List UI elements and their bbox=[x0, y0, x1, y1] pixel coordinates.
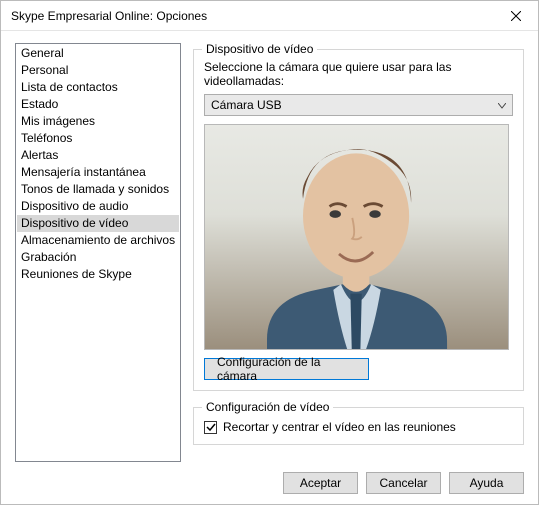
crop-center-row[interactable]: Recortar y centrar el vídeo en las reuni… bbox=[204, 418, 513, 434]
camera-preview bbox=[204, 124, 509, 350]
sidebar-item[interactable]: Estado bbox=[17, 96, 179, 113]
video-settings-group-title: Configuración de vídeo bbox=[202, 400, 333, 414]
video-settings-group: Configuración de vídeo Recortar y centra… bbox=[193, 407, 524, 445]
camera-instruction: Seleccione la cámara que quiere usar par… bbox=[204, 60, 513, 88]
sidebar-item[interactable]: Dispositivo de audio bbox=[17, 198, 179, 215]
sidebar-item[interactable]: Personal bbox=[17, 62, 179, 79]
dialog-body: General Personal Lista de contactos Estado M… bbox=[1, 31, 538, 504]
camera-settings-button-label: Configuración de la cámara bbox=[217, 355, 356, 383]
sidebar-item[interactable]: Teléfonos bbox=[17, 130, 179, 147]
category-sidebar: General Personal Lista de contactos Estado M… bbox=[15, 43, 181, 462]
sidebar-item-label: Lista de contactos bbox=[21, 80, 118, 94]
titlebar: Skype Empresarial Online: Opciones bbox=[1, 1, 538, 31]
sidebar-item[interactable]: Tonos de llamada y sonidos bbox=[17, 181, 179, 198]
camera-settings-button[interactable]: Configuración de la cámara bbox=[204, 358, 369, 380]
chevron-down-icon bbox=[498, 98, 506, 112]
sidebar-item[interactable]: Mis imágenes bbox=[17, 113, 179, 130]
sidebar-item[interactable]: Almacenamiento de archivos bbox=[17, 232, 179, 249]
sidebar-item-label: Alertas bbox=[21, 148, 58, 162]
video-device-group: Dispositivo de vídeo Seleccione la cámar… bbox=[193, 49, 524, 391]
ok-button-label: Aceptar bbox=[300, 476, 341, 490]
sidebar-item-label: Mis imágenes bbox=[21, 114, 95, 128]
sidebar-item-label: Reuniones de Skype bbox=[21, 267, 132, 281]
options-dialog: Skype Empresarial Online: Opciones Gener… bbox=[0, 0, 539, 505]
sidebar-item[interactable]: General bbox=[17, 45, 179, 62]
close-button[interactable] bbox=[493, 1, 538, 30]
main-area: General Personal Lista de contactos Estado M… bbox=[15, 43, 524, 462]
sidebar-item-label: Teléfonos bbox=[21, 131, 72, 145]
sidebar-item[interactable]: Alertas bbox=[17, 147, 179, 164]
cancel-button[interactable]: Cancelar bbox=[366, 472, 441, 494]
video-device-group-title: Dispositivo de vídeo bbox=[202, 42, 317, 56]
sidebar-item[interactable]: Dispositivo de vídeo bbox=[17, 215, 179, 232]
window-title: Skype Empresarial Online: Opciones bbox=[11, 9, 493, 23]
help-button-label: Ayuda bbox=[470, 476, 504, 490]
sidebar-item-label: Estado bbox=[21, 97, 58, 111]
check-icon bbox=[206, 422, 216, 432]
crop-center-checkbox[interactable] bbox=[204, 421, 217, 434]
sidebar-item[interactable]: Mensajería instantánea bbox=[17, 164, 179, 181]
sidebar-item-label: Dispositivo de vídeo bbox=[21, 216, 128, 230]
camera-select-value: Cámara USB bbox=[211, 98, 498, 112]
sidebar-item-label: Tonos de llamada y sonidos bbox=[21, 182, 169, 196]
help-button[interactable]: Ayuda bbox=[449, 472, 524, 494]
close-icon bbox=[511, 11, 521, 21]
sidebar-item[interactable]: Lista de contactos bbox=[17, 79, 179, 96]
cancel-button-label: Cancelar bbox=[379, 476, 427, 490]
ok-button[interactable]: Aceptar bbox=[283, 472, 358, 494]
sidebar-item[interactable]: Reuniones de Skype bbox=[17, 266, 179, 283]
sidebar-item[interactable]: Grabación bbox=[17, 249, 179, 266]
sidebar-item-label: Almacenamiento de archivos bbox=[21, 233, 175, 247]
sidebar-item-label: General bbox=[21, 46, 64, 60]
sidebar-item-label: Dispositivo de audio bbox=[21, 199, 128, 213]
dialog-footer: Aceptar Cancelar Ayuda bbox=[15, 462, 524, 494]
sidebar-item-label: Mensajería instantánea bbox=[21, 165, 146, 179]
content-panel: Dispositivo de vídeo Seleccione la cámar… bbox=[193, 43, 524, 462]
crop-center-label: Recortar y centrar el vídeo en las reuni… bbox=[223, 420, 456, 434]
sidebar-item-label: Personal bbox=[21, 63, 68, 77]
person-icon bbox=[247, 125, 465, 350]
camera-select[interactable]: Cámara USB bbox=[204, 94, 513, 116]
sidebar-item-label: Grabación bbox=[21, 250, 76, 264]
